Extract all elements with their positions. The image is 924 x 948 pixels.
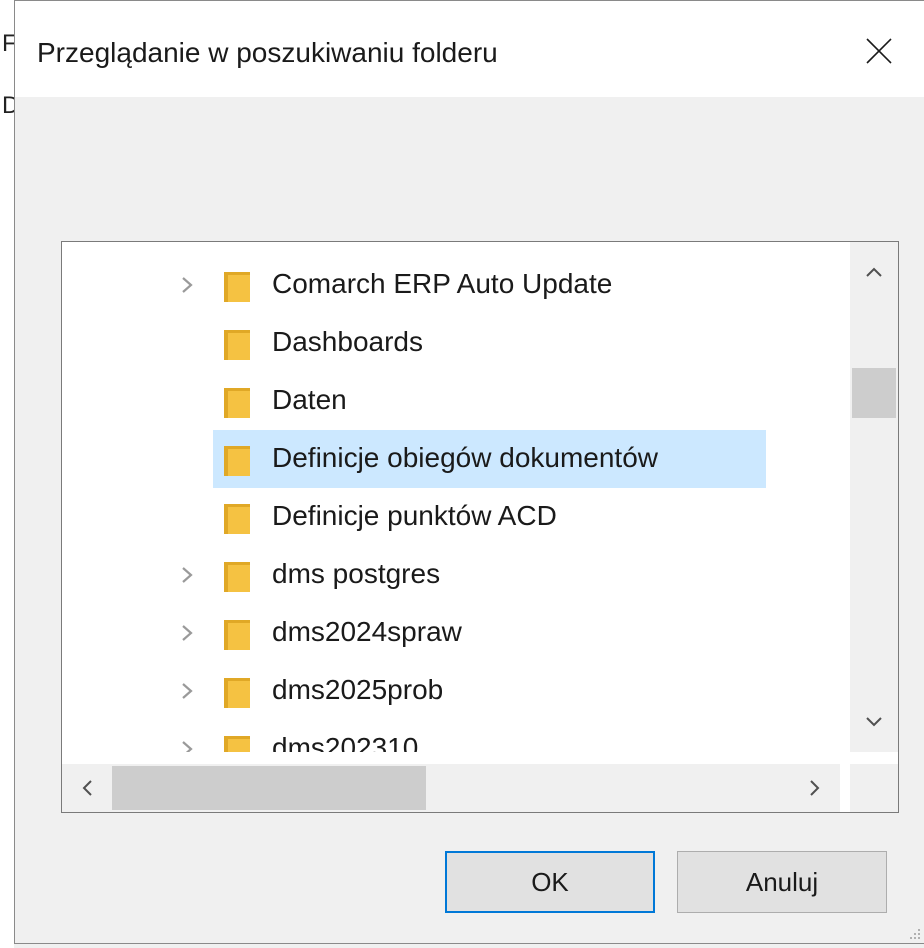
scroll-right-button[interactable] xyxy=(790,764,840,812)
cancel-button[interactable]: Anuluj xyxy=(677,851,887,913)
tree-item-label: dms2024spraw xyxy=(272,616,462,647)
tree-item[interactable]: dms postgres xyxy=(62,546,840,604)
scroll-down-button[interactable] xyxy=(850,692,898,752)
vertical-scrollbar[interactable] xyxy=(850,242,898,752)
dialog-title: Przeglądanie w poszukiwaniu folderu xyxy=(37,37,498,68)
tree-item-label: Daten xyxy=(272,384,347,415)
folder-icon xyxy=(224,446,250,476)
scroll-left-button[interactable] xyxy=(62,764,112,812)
tree-item-label: dms202310 xyxy=(272,732,419,752)
tree-item[interactable]: Comarch ERP Auto Update xyxy=(62,256,840,314)
close-icon xyxy=(866,38,892,64)
tree-item[interactable]: Definicje punktów ACD xyxy=(62,488,840,546)
expand-chevron-icon[interactable] xyxy=(178,681,196,701)
browse-folder-dialog: Przeglądanie w poszukiwaniu folderu Coma… xyxy=(14,0,924,944)
tree-item-label: Definicje punktów ACD xyxy=(272,500,557,531)
tree-item-label: dms2025prob xyxy=(272,674,444,705)
close-button[interactable] xyxy=(834,11,924,91)
expand-chevron-icon[interactable] xyxy=(178,565,196,585)
title-bar: Przeglądanie w poszukiwaniu folderu xyxy=(15,1,924,97)
folder-tree[interactable]: Comarch ERP Auto Update Dashboards Daten De… xyxy=(61,241,899,813)
tree-item[interactable]: dms2024spraw xyxy=(62,604,840,662)
folder-icon xyxy=(224,272,250,302)
tree-item[interactable]: Daten xyxy=(62,372,840,430)
folder-icon xyxy=(224,736,250,752)
tree-item[interactable]: Dashboards xyxy=(62,314,840,372)
background-window-edge: F D xyxy=(0,0,19,948)
horizontal-scrollbar[interactable] xyxy=(62,764,840,812)
folder-icon xyxy=(224,678,250,708)
expand-chevron-icon[interactable] xyxy=(178,275,196,295)
folder-tree-rows: Comarch ERP Auto Update Dashboards Daten De… xyxy=(62,242,840,752)
tree-item-label: Dashboards xyxy=(272,326,423,357)
tree-item[interactable]: dms202310 xyxy=(62,720,840,752)
tree-item-label: Definicje obiegów dokumentów xyxy=(272,442,658,473)
folder-icon xyxy=(224,388,250,418)
resize-grip-icon[interactable] xyxy=(906,925,922,941)
chevron-left-icon xyxy=(82,780,92,796)
scrollbar-corner xyxy=(850,764,898,812)
horizontal-scroll-thumb[interactable] xyxy=(112,766,426,810)
tree-item[interactable]: dms2025prob xyxy=(62,662,840,720)
ok-button[interactable]: OK xyxy=(445,851,655,913)
expand-chevron-icon[interactable] xyxy=(178,623,196,643)
expand-chevron-icon[interactable] xyxy=(178,739,196,752)
tree-item[interactable]: Definicje obiegów dokumentów xyxy=(62,430,840,488)
chevron-right-icon xyxy=(810,780,820,796)
chevron-up-icon xyxy=(866,267,882,277)
folder-icon xyxy=(224,504,250,534)
chevron-down-icon xyxy=(866,717,882,727)
vertical-scroll-thumb[interactable] xyxy=(852,368,896,418)
folder-icon xyxy=(224,330,250,360)
folder-icon xyxy=(224,562,250,592)
tree-item-label: Comarch ERP Auto Update xyxy=(272,268,613,299)
folder-icon xyxy=(224,620,250,650)
tree-item-label: dms postgres xyxy=(272,558,441,589)
scroll-up-button[interactable] xyxy=(850,242,898,302)
